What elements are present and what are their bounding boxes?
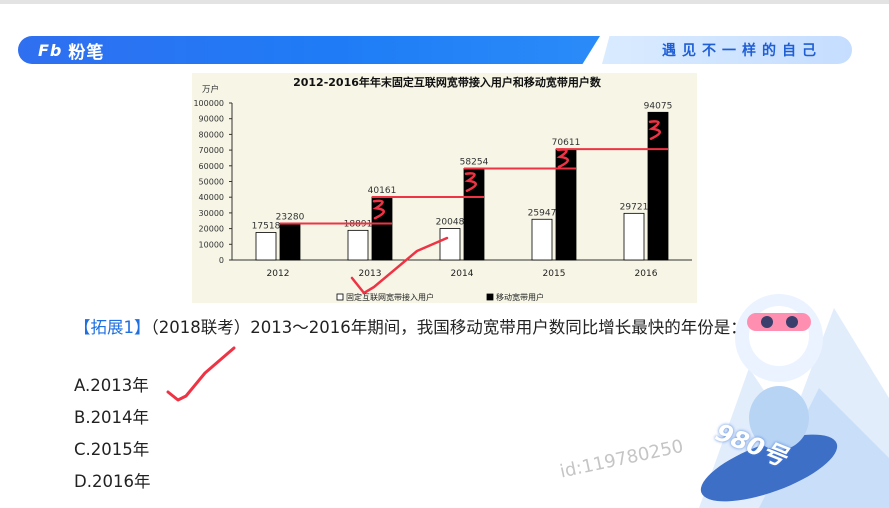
answer-checkmark	[166, 346, 236, 402]
